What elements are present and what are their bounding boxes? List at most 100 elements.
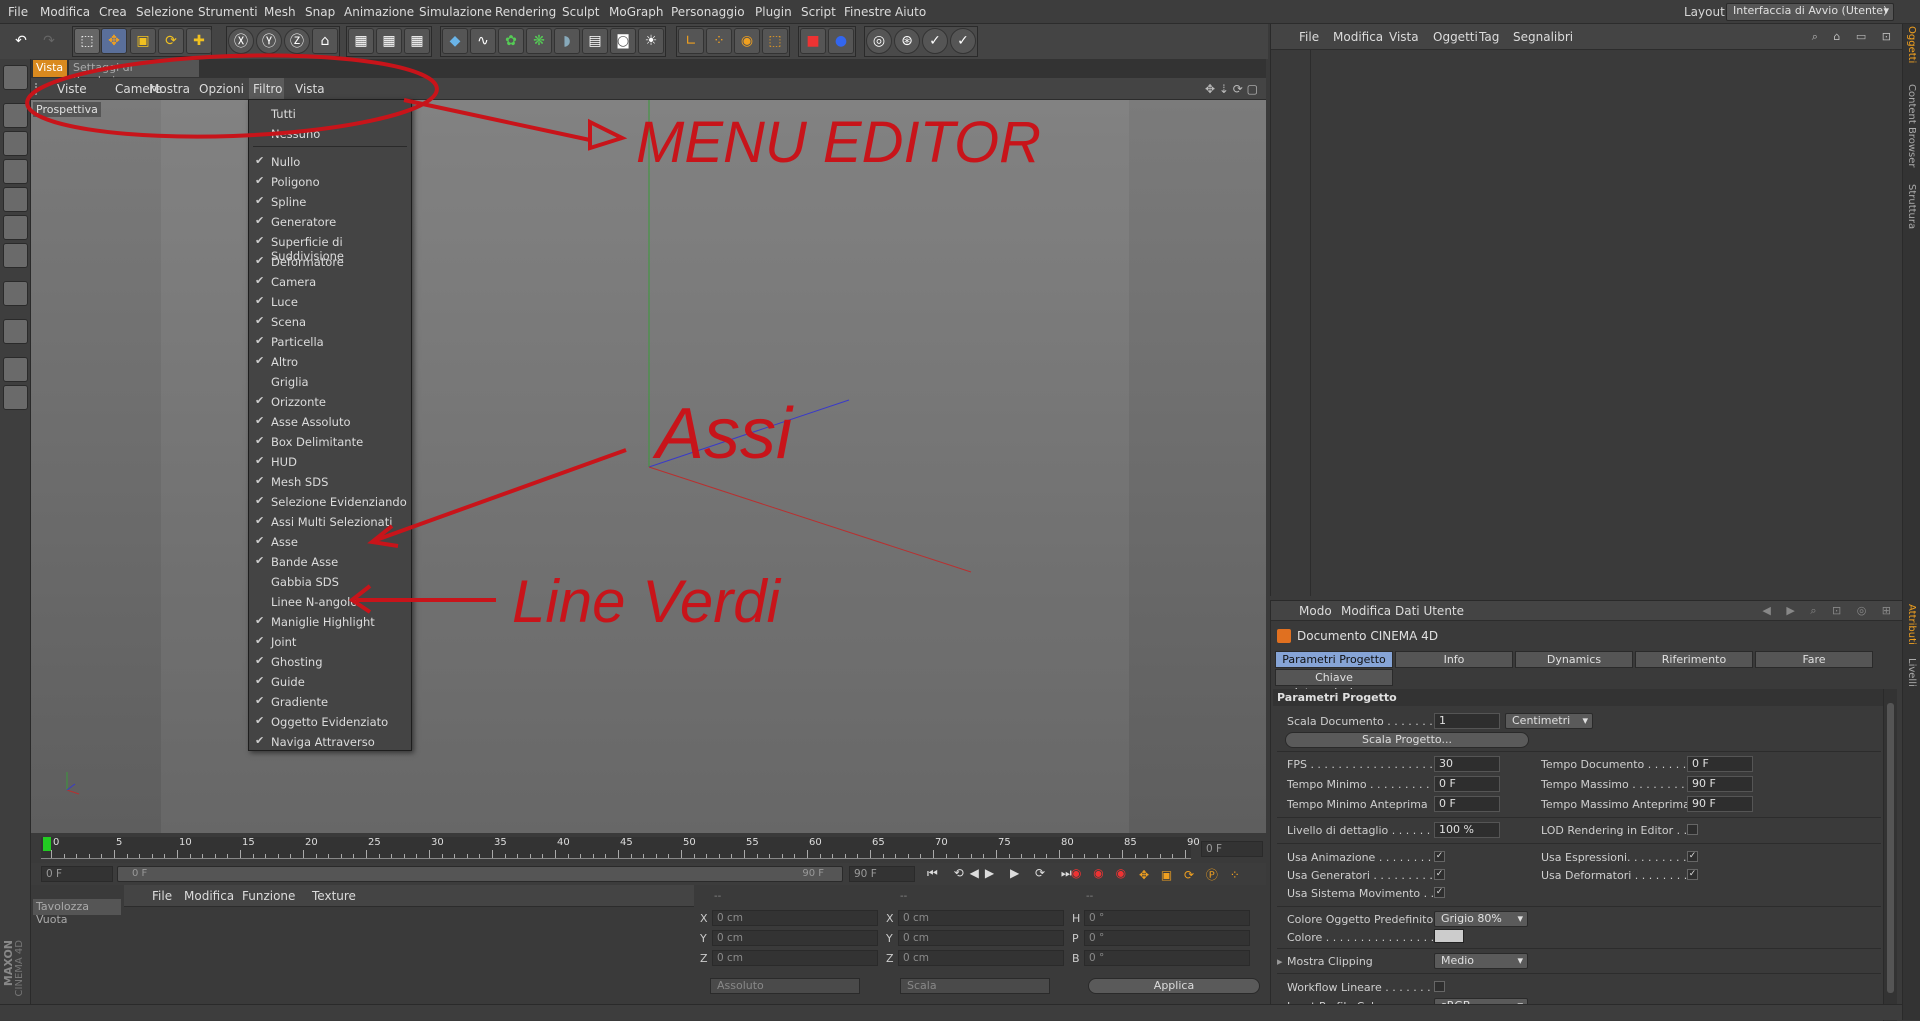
viewport-menu-mostra[interactable]: Mostra — [149, 82, 190, 96]
quantize-icon[interactable]: ⊛ — [894, 28, 920, 54]
array-icon[interactable]: ❋ — [526, 28, 552, 54]
scala-input[interactable]: 1 — [1434, 713, 1500, 729]
viewport-menu-filtro[interactable]: Filtro — [253, 82, 282, 96]
guide-icon[interactable]: ✓ — [950, 28, 976, 54]
menu-animazione[interactable]: Animazione — [344, 5, 414, 19]
coord-scale-select[interactable]: Scala — [900, 978, 1050, 994]
coord-field[interactable]: 0 ° — [1084, 930, 1250, 946]
menu-aiuto[interactable]: Aiuto — [895, 5, 926, 19]
workflow-lineare-checkbox[interactable] — [1434, 981, 1445, 992]
tab-attributi[interactable]: Attributi — [1906, 604, 1917, 645]
end-frame-field[interactable]: 90 F — [849, 866, 915, 882]
layout-select[interactable]: Interfaccia di Avvio (Utente) ▾ — [1726, 3, 1894, 21]
menu-plugin[interactable]: Plugin — [755, 5, 792, 19]
axis-mode-icon[interactable]: ∟ — [678, 28, 704, 54]
apply-button[interactable]: Applica — [1088, 978, 1260, 994]
light-icon[interactable]: ☀ — [638, 28, 664, 54]
tab-livelli[interactable]: Livelli — [1906, 658, 1917, 687]
deformer-icon[interactable]: ◗ — [554, 28, 580, 54]
rotate-tool-icon[interactable]: ⟳ — [158, 28, 184, 54]
z-axis-icon[interactable]: Ⓩ — [284, 28, 310, 54]
tab-oggetti[interactable]: Oggetti — [1906, 26, 1917, 63]
filter-item-selezione-evidenziando[interactable]: ✔ Selezione Evidenziando — [250, 492, 410, 511]
tab-struttura[interactable]: Struttura — [1906, 184, 1917, 229]
menu-modifica[interactable]: Modifica — [40, 5, 90, 19]
current-frame-field[interactable]: 0 F — [1201, 841, 1263, 857]
filter-item-asse-assoluto[interactable]: ✔ Asse Assoluto — [250, 412, 410, 431]
filter-item-guide[interactable]: ✔ Guide — [250, 672, 410, 691]
object-menu-oggetti[interactable]: Oggetti — [1433, 30, 1478, 44]
object-menu-file[interactable]: File — [1299, 30, 1319, 44]
filter-item-maniglie-highlight[interactable]: ✔ Maniglie Highlight — [250, 612, 410, 631]
usa-sistema-movimento-checkbox[interactable]: ✓ — [1434, 887, 1445, 898]
edges-icon[interactable] — [3, 215, 28, 240]
coord-field[interactable]: 0 ° — [1084, 950, 1250, 966]
scala-progetto-button[interactable]: Scala Progetto... — [1285, 732, 1529, 748]
filter-item-joint[interactable]: ✔ Joint — [250, 632, 410, 651]
coord-field[interactable]: 0 cm — [712, 910, 878, 926]
filter-item-assi-multi-selezionati[interactable]: ✔ Assi Multi Selezionati — [250, 512, 410, 531]
render-picture-viewer-icon[interactable]: ▦ — [376, 28, 402, 54]
mostra-clipping-select[interactable]: Medio ▾ — [1434, 953, 1528, 969]
filter-item-spline[interactable]: ✔ Spline — [250, 192, 410, 211]
coord-field[interactable]: 0 cm — [712, 930, 878, 946]
menu-crea[interactable]: Crea — [99, 5, 127, 19]
filter-item-gradiente[interactable]: ✔ Gradiente — [250, 692, 410, 711]
filter-item-linee-n-angolo[interactable]: Linee N-angolo — [250, 592, 410, 611]
grid-icon[interactable] — [3, 385, 28, 410]
coord-field[interactable]: 0 cm — [898, 910, 1064, 926]
workplane-left-icon[interactable] — [3, 159, 28, 184]
material-menu-funzione[interactable]: Funzione — [242, 889, 295, 903]
menu-mograph[interactable]: MoGraph — [609, 5, 664, 19]
tempo-minimo-input[interactable]: 0 F — [1434, 776, 1500, 792]
tab-chiave-interpolazione[interactable]: Chiave Interpolazione — [1275, 669, 1393, 699]
material-menu-modifica[interactable]: Modifica — [184, 889, 234, 903]
filter-item-ghosting[interactable]: ✔ Ghosting — [250, 652, 410, 671]
menu-script[interactable]: Script — [801, 5, 836, 19]
filter-item-altro[interactable]: ✔ Altro — [250, 352, 410, 371]
filter-item-tutti[interactable]: Tutti — [250, 104, 410, 123]
tab-dynamics[interactable]: Dynamics — [1515, 651, 1633, 668]
filter-item-luce[interactable]: ✔ Luce — [250, 292, 410, 311]
range-slider[interactable]: 0 F 90 F — [117, 866, 843, 882]
edges-mode-icon[interactable]: ◉ — [734, 28, 760, 54]
camera-icon[interactable]: ◙ — [610, 28, 636, 54]
menu-file[interactable]: File — [8, 5, 28, 19]
axis-icon[interactable] — [3, 281, 28, 306]
menu-finestre[interactable]: Finestre — [844, 5, 891, 19]
viewport-menu-vista[interactable]: Vista — [295, 82, 325, 96]
navigation-icons[interactable]: ✥ ⇣ ⟳ ▢ — [1205, 82, 1258, 96]
filter-item-camera[interactable]: ✔ Camera — [250, 272, 410, 291]
filter-item-asse[interactable]: ✔ Asse — [250, 532, 410, 551]
filter-item-box-delimitante[interactable]: ✔ Box Delimitante — [250, 432, 410, 451]
workplane-icon[interactable]: ✓ — [922, 28, 948, 54]
coord-field[interactable]: 0 cm — [898, 950, 1064, 966]
filter-item-generatore[interactable]: ✔ Generatore — [250, 212, 410, 231]
unit-select[interactable]: Centimetri ▾ — [1505, 713, 1593, 729]
magnet-icon[interactable] — [3, 319, 28, 344]
tab-content-browser[interactable]: Content Browser — [1906, 84, 1917, 167]
move-tool-icon[interactable]: ✥ — [101, 28, 127, 54]
spline-icon[interactable]: ∿ — [470, 28, 496, 54]
coord-system-icon[interactable]: ⌂ — [312, 28, 338, 54]
menu-snap[interactable]: Snap — [305, 5, 335, 19]
make-editable-icon[interactable] — [3, 65, 28, 90]
viewport-3d[interactable]: Prospettiva — [31, 100, 1266, 833]
nurbs-icon[interactable]: ✿ — [498, 28, 524, 54]
cube-icon[interactable]: ◆ — [442, 28, 468, 54]
filter-item-oggetto-evidenziato[interactable]: ✔ Oggetto Evidenziato — [250, 712, 410, 731]
timeline[interactable]: 0 5 10 15 20 25 30 35 40 45 50 55 60 65 70 75 80 85 90 0 F — [31, 833, 1266, 863]
colore-swatch[interactable] — [1434, 929, 1464, 943]
filter-item-gabbia-sds[interactable]: Gabbia SDS — [250, 572, 410, 591]
menu-selezione[interactable]: Selezione — [136, 5, 194, 19]
palette-label[interactable]: Tavolozza Vuota — [33, 899, 121, 926]
playback-controls[interactable]: ⏮ ⟲◀▶ ▶ ⟳ ⏭ — [927, 866, 1078, 881]
tab-render-settings[interactable]: Settaggi di Rendering... — [69, 60, 199, 87]
redo-icon[interactable]: ↷ — [36, 28, 62, 54]
usa-deformatori-checkbox[interactable]: ✓ — [1687, 869, 1698, 880]
material-menu-file[interactable]: File — [152, 889, 172, 903]
polygons-icon[interactable] — [3, 243, 28, 268]
menu-simulazione[interactable]: Simulazione — [419, 5, 492, 19]
object-menu-modifica[interactable]: Modifica — [1333, 30, 1383, 44]
timeline-ruler[interactable]: 0 5 10 15 20 25 30 35 40 45 50 55 60 65 70 75 80 85 90 — [41, 837, 1200, 859]
